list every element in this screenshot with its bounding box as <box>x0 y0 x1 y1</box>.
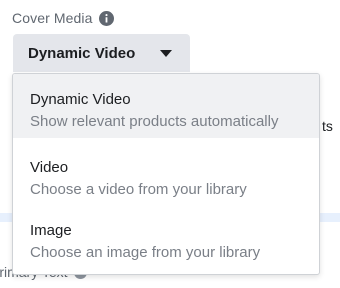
menu-option-image[interactable]: Image Choose an image from your library <box>13 205 319 269</box>
menu-option-description: Choose an image from your library <box>30 244 261 261</box>
menu-option-description: Show relevant products automatically <box>30 113 279 130</box>
cover-media-dropdown-menu: Dynamic Video Show relevant products aut… <box>12 73 320 275</box>
menu-option-title: Dynamic Video <box>30 91 131 108</box>
info-circle-icon[interactable] <box>99 10 115 26</box>
menu-option-dynamic-video[interactable]: Dynamic Video Show relevant products aut… <box>13 74 319 138</box>
cover-media-label: Cover Media <box>12 8 115 28</box>
menu-option-title: Image <box>30 222 72 239</box>
background-truncated-text: ts <box>322 118 333 134</box>
menu-option-title: Video <box>30 159 69 176</box>
menu-option-video[interactable]: Video Choose a video from your library <box>13 142 319 206</box>
dropdown-selected-label: Dynamic Video <box>28 44 136 62</box>
section-label-text: Cover Media <box>12 10 93 26</box>
caret-down-icon <box>160 50 172 57</box>
cover-media-dropdown-button[interactable]: Dynamic Video <box>13 34 190 72</box>
menu-option-description: Choose a video from your library <box>30 181 247 198</box>
